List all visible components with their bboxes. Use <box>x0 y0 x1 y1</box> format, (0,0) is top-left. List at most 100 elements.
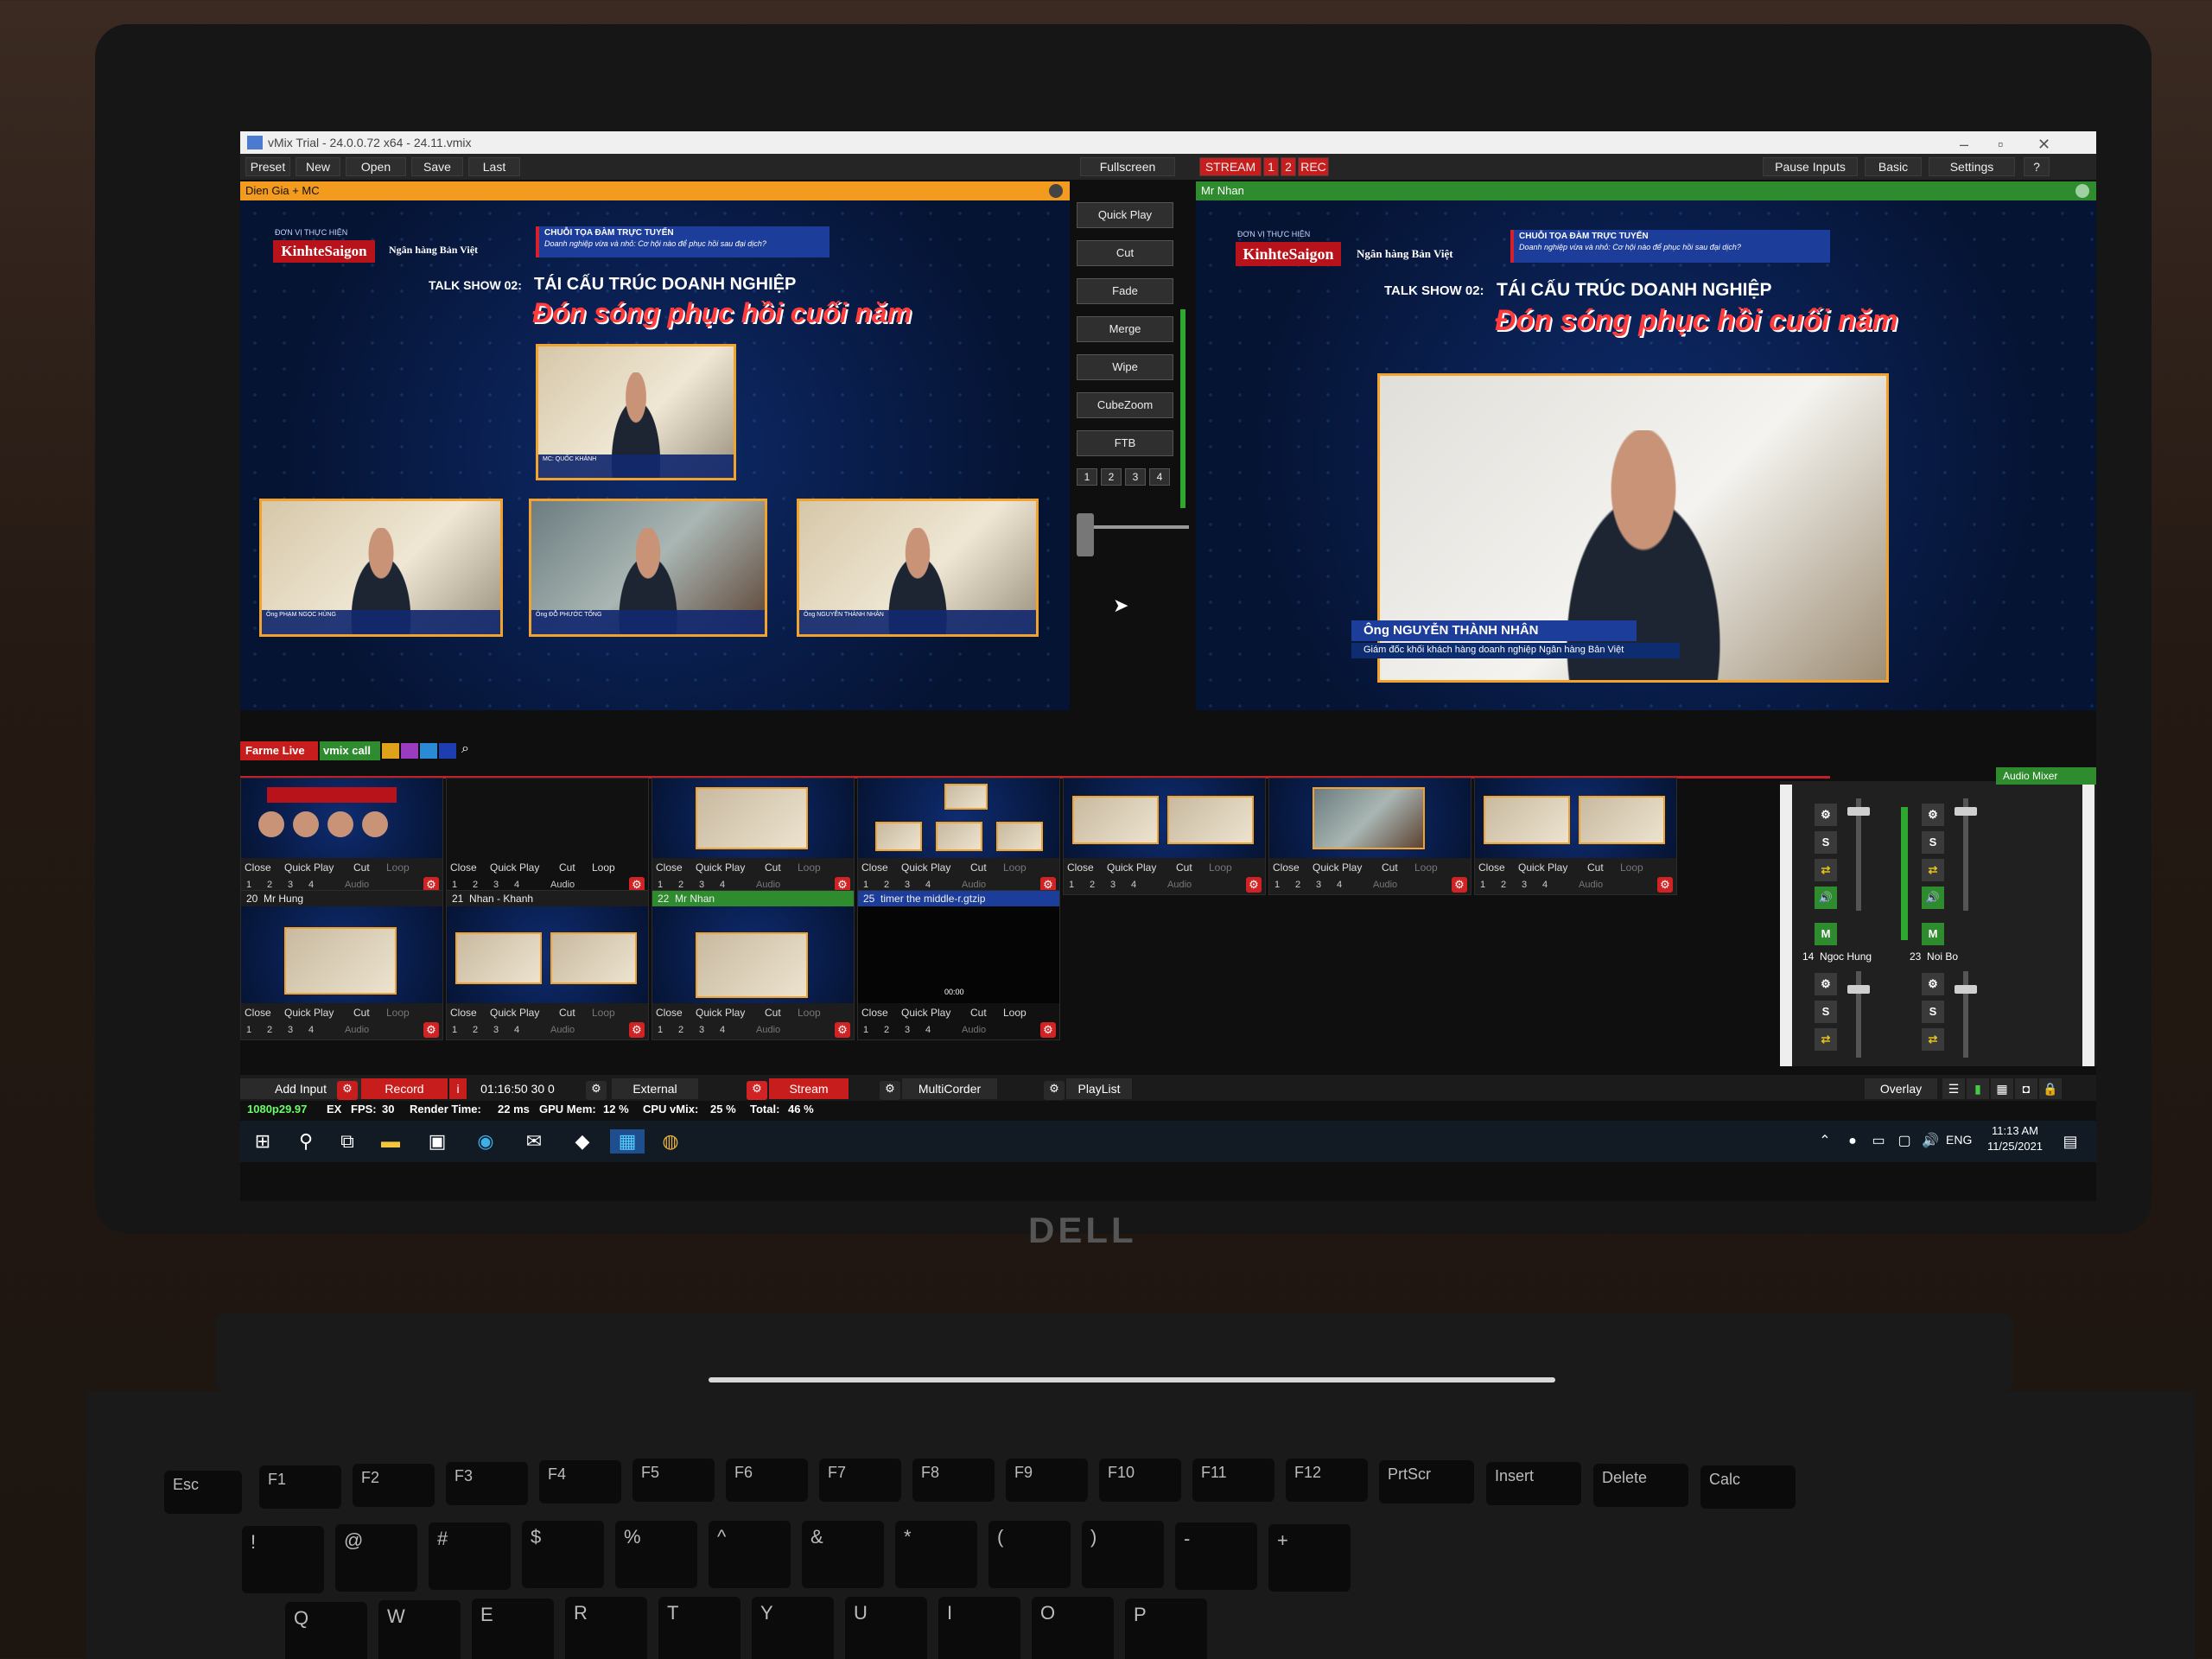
tile-close-button[interactable]: Close <box>245 861 271 874</box>
tile-num-2[interactable]: 2 <box>1090 880 1095 890</box>
tile-audio-button[interactable]: Audio <box>1579 880 1603 890</box>
bus-fader-knob[interactable] <box>1955 807 1977 816</box>
mic-icon[interactable]: ● <box>1840 1129 1865 1154</box>
tile-audio-button[interactable]: Audio <box>345 1025 369 1035</box>
fullscreen-button[interactable]: Fullscreen <box>1080 157 1175 176</box>
tile-num-3[interactable]: 3 <box>493 880 499 890</box>
tile-num-2[interactable]: 2 <box>884 1025 889 1035</box>
task-view-icon[interactable]: ⧉ <box>335 1129 359 1154</box>
tile-num-2[interactable]: 2 <box>267 880 272 890</box>
tile-quickplay-button[interactable]: Quick Play <box>1518 861 1567 874</box>
tile-num-4[interactable]: 4 <box>514 880 519 890</box>
transition-3-button[interactable]: 3 <box>1125 468 1146 486</box>
tile-num-3[interactable]: 3 <box>905 880 910 890</box>
tile-close-button[interactable]: Close <box>1478 861 1505 874</box>
record-gear-icon[interactable]: ⚙ <box>337 1081 358 1100</box>
tile-audio-button[interactable]: Audio <box>550 1025 575 1035</box>
tile-quickplay-button[interactable]: Quick Play <box>284 861 334 874</box>
tile-quickplay-button[interactable]: Quick Play <box>1107 861 1156 874</box>
tile-num-2[interactable]: 2 <box>1295 880 1300 890</box>
tile-audio-button[interactable]: Audio <box>550 880 575 890</box>
basic-button[interactable]: Basic <box>1865 157 1922 176</box>
tile-num-1[interactable]: 1 <box>452 1025 457 1035</box>
tile-close-button[interactable]: Close <box>245 1007 271 1019</box>
bus-route-icon[interactable]: ⇄ <box>1922 859 1944 881</box>
output-gear-icon[interactable] <box>2075 184 2089 198</box>
cut-button[interactable]: Cut <box>1077 240 1173 266</box>
tab-color-purple[interactable] <box>401 743 418 759</box>
tile-quickplay-button[interactable]: Quick Play <box>901 861 950 874</box>
tile-num-1[interactable]: 1 <box>658 1025 663 1035</box>
mixer-scrollbar[interactable] <box>1780 785 1792 1066</box>
tile-num-4[interactable]: 4 <box>1337 880 1342 890</box>
tile-cut-button[interactable]: Cut <box>1587 861 1604 874</box>
tile-loop-button[interactable]: Loop <box>798 861 821 874</box>
search-icon[interactable]: ⌕ <box>461 741 480 760</box>
input-tile[interactable]: Close Quick Play Cut Loop 1 2 3 4 Audio ⚙ <box>240 778 443 895</box>
tile-num-3[interactable]: 3 <box>905 1025 910 1035</box>
tile-num-3[interactable]: 3 <box>288 1025 293 1035</box>
master-fader-knob[interactable] <box>1847 807 1870 816</box>
edge-icon[interactable]: ◉ <box>474 1129 498 1154</box>
tab-vmix-call[interactable]: vmix call <box>320 741 380 760</box>
tile-cut-button[interactable]: Cut <box>559 861 575 874</box>
master-gear-icon[interactable]: ⚙ <box>1815 804 1837 826</box>
external-gear-icon[interactable]: ⚙ <box>586 1081 607 1100</box>
help-button[interactable]: ? <box>2024 157 2050 176</box>
tile-num-3[interactable]: 3 <box>493 1025 499 1035</box>
ch23-fader-track[interactable] <box>1963 971 1968 1058</box>
tile-quickplay-button[interactable]: Quick Play <box>1313 861 1362 874</box>
ch14-route-icon[interactable]: ⇄ <box>1815 1028 1837 1051</box>
master-mute-button[interactable]: M <box>1815 923 1837 945</box>
tile-audio-button[interactable]: Audio <box>756 1025 780 1035</box>
tile-loop-button[interactable]: Loop <box>592 1007 615 1019</box>
cubezoom-button[interactable]: CubeZoom <box>1077 392 1173 418</box>
ch14-fader-knob[interactable] <box>1847 985 1870 994</box>
tile-loop-button[interactable]: Loop <box>1209 861 1232 874</box>
tile-cut-button[interactable]: Cut <box>1382 861 1398 874</box>
tile-cut-button[interactable]: Cut <box>559 1007 575 1019</box>
tile-num-3[interactable]: 3 <box>699 1025 704 1035</box>
tile-num-4[interactable]: 4 <box>1131 880 1136 890</box>
stream-button[interactable]: STREAM <box>1199 157 1262 176</box>
tile-gear-icon[interactable]: ⚙ <box>629 1022 645 1038</box>
tile-audio-button[interactable]: Audio <box>962 880 986 890</box>
tab-farme-live[interactable]: Farme Live <box>240 741 318 760</box>
clock-time[interactable]: 11:13 AM <box>1980 1124 2050 1137</box>
input-tile[interactable]: Close Quick Play Cut Loop 1 2 3 4 Audio ⚙ <box>1268 778 1471 895</box>
stream-bottom-button[interactable]: Stream <box>769 1078 849 1099</box>
close-icon[interactable]: ✕ <box>2037 136 2050 154</box>
ch23-route-icon[interactable]: ⇄ <box>1922 1028 1944 1051</box>
minimize-icon[interactable]: – <box>1960 136 1968 154</box>
tile-num-1[interactable]: 1 <box>246 880 251 890</box>
chrome-icon[interactable]: ◍ <box>658 1129 683 1154</box>
ch14-gear-icon[interactable]: ⚙ <box>1815 973 1837 995</box>
tile-num-3[interactable]: 3 <box>1316 880 1321 890</box>
tile-cut-button[interactable]: Cut <box>765 861 781 874</box>
quick-play-button[interactable]: Quick Play <box>1077 202 1173 228</box>
file-explorer-icon[interactable]: ▬ <box>378 1129 403 1154</box>
multicorder-gear-icon[interactable]: ⚙ <box>880 1081 900 1100</box>
app-icon[interactable]: ◆ <box>570 1129 594 1154</box>
input-tile[interactable]: Close Quick Play Cut Loop 1 2 3 4 Audio ⚙ <box>1474 778 1677 895</box>
tab-color-blue[interactable] <box>420 743 437 759</box>
tile-cut-button[interactable]: Cut <box>1176 861 1192 874</box>
language-indicator[interactable]: ENG <box>1946 1133 1972 1147</box>
input-tile[interactable]: Close Quick Play Cut Loop 1 2 3 4 Audio ⚙ <box>652 778 855 895</box>
tile-gear-icon[interactable]: ⚙ <box>1657 877 1673 893</box>
clock-date[interactable]: 11/25/2021 <box>1980 1140 2050 1153</box>
open-button[interactable]: Open <box>346 157 406 176</box>
tile-cut-button[interactable]: Cut <box>970 861 987 874</box>
maximize-icon[interactable]: ▫ <box>1998 136 2003 154</box>
tile-num-4[interactable]: 4 <box>720 1025 725 1035</box>
wipe-button[interactable]: Wipe <box>1077 354 1173 380</box>
mixer-scrollbar-right[interactable] <box>2082 785 2094 1066</box>
ch14-solo-button[interactable]: S <box>1815 1001 1837 1023</box>
bus-speaker-icon[interactable]: 🔊 <box>1922 887 1944 909</box>
tile-num-3[interactable]: 3 <box>1110 880 1116 890</box>
bus-mute-button[interactable]: M <box>1922 923 1944 945</box>
preset-button[interactable]: Preset <box>245 157 290 176</box>
store-icon[interactable]: ▣ <box>425 1129 449 1154</box>
input-tile-25[interactable]: 25 timer the middle-r.gtzip 00:00 Close Q… <box>857 890 1060 1040</box>
tile-quickplay-button[interactable]: Quick Play <box>901 1007 950 1019</box>
